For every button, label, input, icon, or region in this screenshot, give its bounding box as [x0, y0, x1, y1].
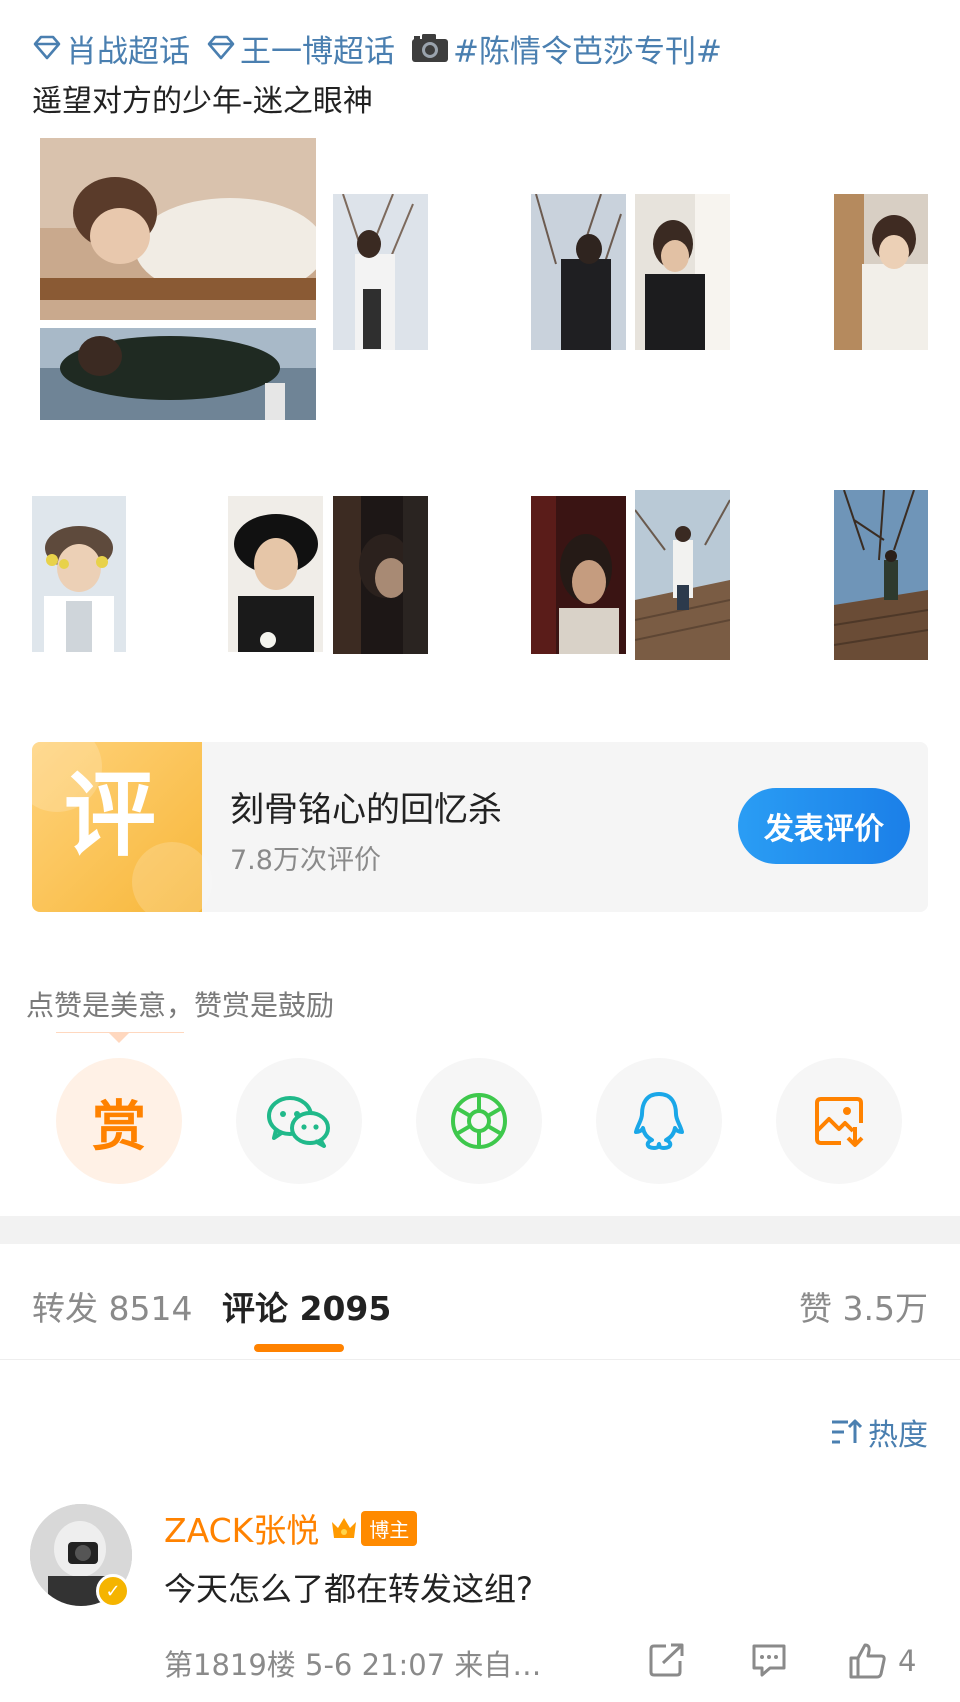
photo-image [32, 496, 126, 652]
post-photo-4[interactable] [635, 194, 730, 350]
camera-icon [412, 34, 448, 62]
post-photo-1[interactable] [40, 138, 316, 420]
post-photo-7[interactable] [228, 496, 323, 652]
blogger-badge: 博主 [361, 1510, 418, 1546]
topic-row: 肖战超话 王一博超话 #陈情令芭莎专刊# [32, 26, 738, 70]
photo-image [333, 194, 428, 350]
post-photo-5[interactable] [834, 194, 928, 350]
moments-icon [451, 1093, 507, 1149]
reward-button[interactable]: 赏 [56, 1058, 182, 1184]
comment-meta: 第1819楼 5-6 21:07 来自… [164, 1648, 542, 1682]
review-title: 刻骨铭心的回忆杀 [230, 790, 502, 830]
diamond-icon [207, 35, 235, 60]
post-photo-11[interactable] [834, 490, 928, 660]
wechat-icon [267, 1096, 330, 1148]
like-count: 4 [898, 1644, 917, 1678]
crown-icon [332, 1518, 357, 1538]
photo-image [228, 496, 323, 652]
photo-image [635, 490, 730, 660]
photo-image [834, 194, 928, 350]
photo-image [531, 194, 626, 350]
review-badge: 评 [32, 742, 212, 912]
sort-button[interactable]: 热度 [830, 1410, 928, 1454]
photo-image [834, 490, 928, 660]
post-photo-2[interactable] [333, 194, 428, 350]
share-moments-button[interactable] [416, 1058, 542, 1184]
share-qq-button[interactable] [596, 1058, 722, 1184]
comment-icon [752, 1644, 786, 1677]
section-divider [0, 1216, 960, 1244]
topic-link-bazaar[interactable]: #陈情令芭莎专刊# [411, 26, 722, 71]
tab-comment[interactable]: 评论 2095 [222, 1282, 391, 1330]
photo-image [40, 138, 316, 420]
tip-pointer [108, 1032, 130, 1043]
tab-like[interactable]: 赞 3.5万 [799, 1282, 928, 1330]
interaction-tabs: 转发 8514 评论 2095 赞 3.5万 [0, 1244, 960, 1360]
post-photo-10[interactable] [635, 490, 730, 660]
post-photo-9[interactable] [531, 496, 626, 654]
comment-forward-button[interactable] [648, 1642, 686, 1678]
share-wechat-button[interactable] [236, 1058, 362, 1184]
topic-link-xiaozhan[interactable]: 肖战超话 [32, 26, 190, 71]
topic-label: 王一博超话 [240, 33, 395, 70]
post-photo-6[interactable] [32, 496, 126, 652]
sort-icon [832, 1419, 862, 1444]
active-tab-indicator [254, 1344, 344, 1352]
review-icon: 评 [64, 762, 157, 869]
comment-text: 今天怎么了都在转发这组? [164, 1570, 533, 1608]
qq-icon [634, 1092, 684, 1150]
topic-link-wangyibo[interactable]: 王一博超话 [206, 26, 395, 71]
reward-tip: 点赞是美意，赞赏是鼓励 [26, 989, 335, 1022]
comment-like-button[interactable]: 4 [848, 1642, 916, 1680]
tab-forward[interactable]: 转发 8514 [32, 1282, 192, 1330]
comment-author[interactable]: ZACK张悦 博主 [164, 1504, 418, 1552]
reward-icon: 赏 [92, 1094, 146, 1158]
review-count: 7.8万次评价 [230, 845, 381, 876]
topic-label: 肖战超话 [66, 33, 190, 70]
sort-label: 热度 [868, 1418, 928, 1453]
post-photo-3[interactable] [531, 194, 626, 350]
post-photo-8[interactable] [333, 496, 428, 654]
photo-image [635, 194, 730, 350]
thumbs-up-icon [849, 1643, 886, 1679]
comment-reply-button[interactable] [750, 1642, 788, 1678]
topic-label: #陈情令芭莎专刊# [453, 33, 722, 70]
verified-badge-icon: ✓ [96, 1574, 130, 1608]
post-text: 遥望对方的少年-迷之眼神 [32, 84, 373, 119]
forward-icon [649, 1643, 684, 1677]
save-image-icon [815, 1097, 864, 1147]
save-image-button[interactable] [776, 1058, 902, 1184]
comment-author-name: ZACK张悦 [164, 1511, 320, 1550]
review-card[interactable]: 评 刻骨铭心的回忆杀 7.8万次评价 发表评价 [32, 742, 928, 912]
photo-image [333, 496, 428, 654]
post-review-button[interactable]: 发表评价 [738, 788, 910, 864]
diamond-icon [33, 35, 61, 60]
photo-image [531, 496, 626, 654]
